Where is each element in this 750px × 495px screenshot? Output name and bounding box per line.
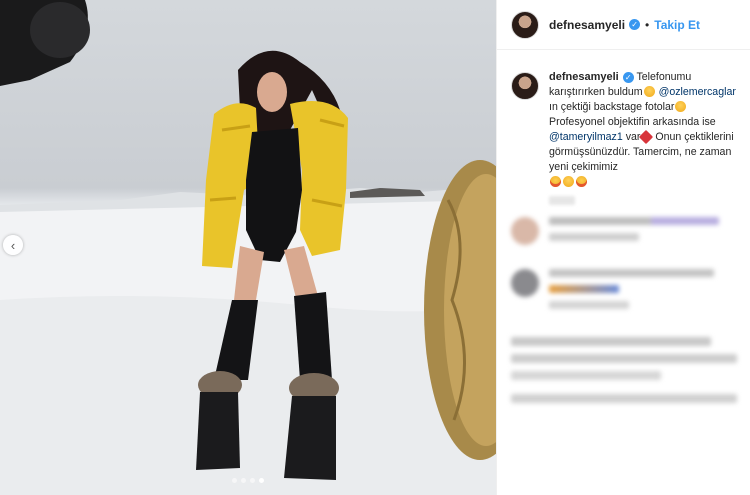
mention-link[interactable]: @ozlemercaglar <box>659 86 736 98</box>
caption-part: Profesyonel objektifin arkasında ise <box>549 116 716 128</box>
comment-blurred <box>511 217 736 249</box>
comment-text-blurred <box>549 269 714 277</box>
carousel-dot-active <box>259 478 264 483</box>
caption-username-link[interactable]: defnesamyeli <box>549 71 619 83</box>
snow-scene-image <box>0 0 496 495</box>
verified-badge-icon: ✓ <box>629 19 641 30</box>
instagram-post: ‹ defnesamyeli ✓ • Takip Et defnesamyeli… <box>0 0 750 495</box>
heart-eyes-emoji-icon <box>576 176 587 187</box>
carousel-dot <box>232 478 237 483</box>
comment-text-blurred <box>511 394 737 403</box>
blush-emoji-icon <box>563 176 574 187</box>
comment-meta-blurred <box>549 233 639 241</box>
carousel-indicator <box>0 478 496 483</box>
header-separator: • <box>645 17 650 32</box>
laughing-emoji-icon <box>550 176 561 187</box>
avatar[interactable] <box>511 10 539 39</box>
comment-avatar <box>511 269 539 297</box>
comment-emoji-blurred <box>549 285 619 293</box>
carousel-dot <box>250 478 255 483</box>
mention-link[interactable]: @tameryilmaz1 <box>549 131 623 143</box>
comment-blurred <box>511 269 736 317</box>
carousel-prev-button[interactable]: ‹ <box>3 235 23 255</box>
grinning-emoji-icon <box>643 86 655 97</box>
follow-button[interactable]: Takip Et <box>654 18 700 32</box>
caption-part: var <box>622 131 641 143</box>
caption-timestamp-blurred <box>549 196 575 205</box>
comment-text-blurred <box>511 337 711 346</box>
comment-meta-blurred <box>549 301 629 309</box>
post-photo[interactable]: ‹ <box>0 0 496 495</box>
verified-badge-icon: ✓ <box>622 71 634 83</box>
comment-text-blurred <box>511 371 661 380</box>
comment-text-blurred <box>511 354 737 363</box>
carousel-dot <box>241 478 246 483</box>
post-header: defnesamyeli ✓ • Takip Et <box>497 0 750 50</box>
chevron-left-icon: ‹ <box>10 237 16 253</box>
caption: defnesamyeli ✓ Telefonumu karıştırırken b… <box>497 50 750 190</box>
comments-list <box>497 205 750 403</box>
caption-avatar[interactable] <box>511 72 539 100</box>
comment-text-blurred <box>549 217 719 225</box>
post-sidebar: defnesamyeli ✓ • Takip Et defnesamyeli ✓ … <box>496 0 750 495</box>
username-link[interactable]: defnesamyeli <box>549 18 625 32</box>
caption-text: defnesamyeli ✓ Telefonumu karıştırırken b… <box>549 70 736 190</box>
comment-avatar <box>511 217 539 245</box>
smiling-emoji-icon <box>675 101 687 112</box>
caption-part: ın çektiği backstage fotolar <box>549 101 675 113</box>
